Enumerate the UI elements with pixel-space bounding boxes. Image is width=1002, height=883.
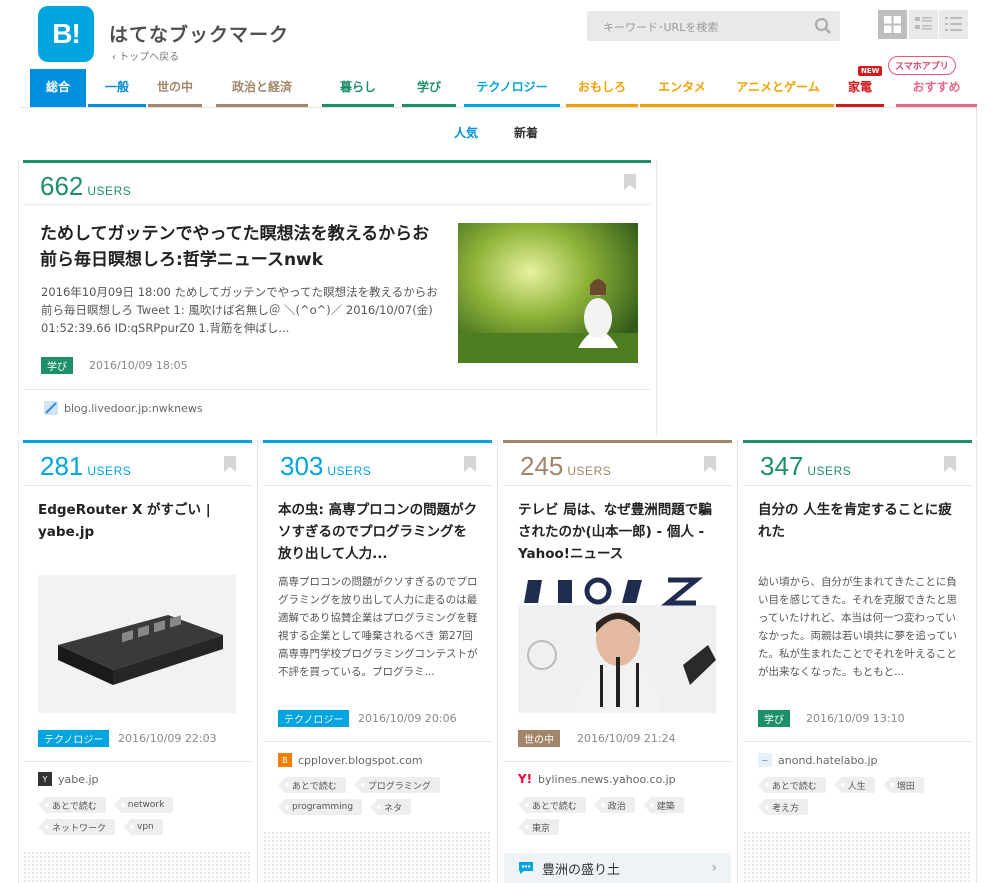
- list-view-icon: [915, 17, 932, 30]
- category-tab[interactable]: 総合: [30, 69, 86, 107]
- category-tag[interactable]: テクノロジー: [38, 730, 110, 747]
- smartphone-app-badge[interactable]: スマホアプリ: [888, 56, 956, 75]
- category-tag[interactable]: 世の中: [518, 730, 560, 747]
- bookmark-icon[interactable]: [624, 174, 636, 190]
- bookmark-count[interactable]: 347 USERS: [760, 451, 851, 482]
- entry-title[interactable]: ためしてガッテンでやってた瞑想法を教えるからお前ら毎日瞑想しろ:哲学ニュースnw…: [40, 221, 440, 273]
- category-tab[interactable]: 学び: [402, 69, 456, 107]
- entry-thumbnail[interactable]: [458, 223, 638, 363]
- bookmark-icon[interactable]: [944, 456, 956, 472]
- entry-source[interactable]: Bcpplover.blogspot.com: [278, 753, 423, 767]
- tag-list: あとで読む 人生 増田 考え方: [758, 777, 958, 815]
- tag[interactable]: network: [113, 797, 174, 813]
- entry-source[interactable]: blog.livedoor.jp:nwknews: [44, 401, 203, 415]
- tag-list: あとで読む network ネットワーク vpn: [38, 797, 238, 835]
- entry-date: 2016/10/09 21:24: [577, 732, 676, 745]
- tag[interactable]: あとで読む: [518, 797, 586, 813]
- entry-excerpt: 幼い頃から、自分が生まれてきたことに負い目を感じてきた。それを克服できたと思って…: [758, 576, 958, 678]
- category-tab[interactable]: おもしろ: [566, 69, 638, 107]
- bookmark-icon[interactable]: [704, 456, 716, 472]
- tag[interactable]: あとで読む: [38, 797, 106, 813]
- tag[interactable]: programming: [278, 799, 363, 815]
- category-tab[interactable]: 世の中: [148, 69, 202, 107]
- tag[interactable]: 政治: [593, 797, 635, 813]
- category-tag[interactable]: テクノロジー: [278, 710, 350, 727]
- entry-card: 245 USERS テレビ 局は、なぜ豊洲問題で騙されたのか(山本一郎) - 個人…: [503, 440, 732, 883]
- entry-date: 2016/10/09 22:03: [118, 732, 217, 745]
- topic-label: 豊洲の盛り土: [542, 862, 621, 878]
- tag[interactable]: 建築: [642, 797, 684, 813]
- tag[interactable]: 考え方: [758, 799, 809, 815]
- tag-list: あとで読む プログラミング programming ネタ: [278, 777, 478, 815]
- entry-date: 2016/10/09 20:06: [358, 712, 457, 725]
- category-tab[interactable]: 暮らし: [322, 69, 394, 107]
- entry-source[interactable]: ~ anond.hatelabo.jp: [758, 753, 878, 767]
- entry-date: 2016/10/09 13:10: [806, 712, 905, 725]
- entry-excerpt: 2016年10月09日 18:00 ためしてガッテンでやってた瞑想法を教えるから…: [41, 285, 438, 335]
- tag[interactable]: プログラミング: [353, 777, 440, 793]
- speech-bubble-icon: [519, 862, 533, 874]
- bookmark-icon[interactable]: [464, 456, 476, 472]
- back-to-top-link[interactable]: ‹ トップへ戻る: [112, 48, 179, 63]
- entry-source[interactable]: Yyabe.jp: [38, 772, 99, 786]
- compact-list-icon: [945, 17, 962, 31]
- hatena-bookmark-logo[interactable]: B!: [38, 6, 94, 62]
- tab-new[interactable]: 新着: [514, 124, 538, 141]
- blogger-favicon: B: [278, 753, 292, 767]
- bookmark-icon[interactable]: [224, 456, 236, 472]
- tag[interactable]: 増田: [882, 777, 924, 793]
- entry-title[interactable]: EdgeRouter X がすごい | yabe.jp: [38, 499, 238, 543]
- tab-popular[interactable]: 人気: [454, 124, 478, 141]
- entry-thumbnail[interactable]: [38, 575, 236, 713]
- entry-title[interactable]: テレビ 局は、なぜ豊洲問題で騙されたのか(山本一郎) - 個人 - Yahoo!…: [518, 499, 718, 565]
- site-title[interactable]: はてなブックマーク: [109, 20, 289, 47]
- headline-view-button[interactable]: [909, 10, 938, 39]
- bookmark-count[interactable]: 281 USERS: [40, 451, 131, 482]
- tag[interactable]: 人生: [833, 777, 875, 793]
- tag-list: あとで読む 政治 建築 東京: [518, 797, 718, 835]
- category-tag[interactable]: 学び: [758, 710, 790, 727]
- entry-card: 347 USERS 自分の 人生を肯定することに疲れた 幼い頃から、自分が生まれて…: [743, 440, 972, 883]
- search-icon[interactable]: [814, 17, 832, 35]
- category-tab[interactable]: アニメとゲーム: [722, 69, 834, 107]
- entry-title[interactable]: 自分の 人生を肯定することに疲れた: [758, 499, 958, 543]
- grid-view-button[interactable]: [878, 10, 907, 39]
- tag[interactable]: ネタ: [370, 799, 412, 815]
- entry-title[interactable]: 本の虫: 高専プロコンの問題がクソすぎるのでプログラミングを放り出して人力...: [278, 499, 478, 565]
- entry-card: 281 USERS EdgeRouter X がすごい | yabe.jp テクノ…: [23, 440, 252, 883]
- entry-card: 303 USERS 本の虫: 高専プロコンの問題がクソすぎるのでプログラミングを放…: [263, 440, 492, 883]
- tag[interactable]: ネットワーク: [38, 819, 116, 835]
- category-tab[interactable]: エンタメ: [640, 69, 724, 107]
- yahoo-favicon: Y!: [517, 772, 533, 786]
- topic-link[interactable]: 豊洲の盛り土 ›: [504, 853, 731, 883]
- entry-date: 2016/10/09 18:05: [89, 359, 188, 372]
- entry-source[interactable]: Y! bylines.news.yahoo.co.jp: [518, 772, 676, 786]
- search-box[interactable]: キーワード･URLを検索: [587, 11, 840, 41]
- grid-view-icon: [884, 16, 901, 33]
- category-nav: 総合 一般 世の中 政治と経済 暮らし 学び テクノロジー おもしろ エンタメ アニメとゲーム 家電…: [30, 69, 977, 107]
- bookmark-count[interactable]: 662 USERS: [40, 171, 131, 202]
- tag[interactable]: vpn: [123, 819, 163, 835]
- compact-view-button[interactable]: [939, 10, 968, 39]
- new-badge: NEW: [858, 66, 883, 76]
- yabe-favicon: Y: [38, 772, 52, 786]
- search-input[interactable]: キーワード･URLを検索: [603, 19, 718, 35]
- nav-divider: [20, 107, 977, 108]
- entry-thumbnail[interactable]: [518, 575, 716, 713]
- bookmark-count[interactable]: 245 USERS: [520, 451, 611, 482]
- entry-excerpt: 高専プロコンの問題がクソすぎるのでプログラミングを放り出して人力に走るのは最適解…: [278, 576, 478, 678]
- featured-entry-card: 662 USERS ためしてガッテンでやってた瞑想法を教えるからお前ら毎日瞑想しろ…: [23, 160, 651, 428]
- chevron-right-icon: ›: [711, 860, 717, 876]
- tag[interactable]: あとで読む: [278, 777, 346, 793]
- category-tag[interactable]: 学び: [41, 357, 73, 374]
- category-tab[interactable]: 政治と経済: [216, 69, 308, 107]
- category-tab[interactable]: 一般: [88, 69, 146, 107]
- livedoor-favicon: [44, 401, 58, 415]
- tag[interactable]: 東京: [518, 819, 560, 835]
- tag[interactable]: あとで読む: [758, 777, 826, 793]
- hatelabo-favicon: ~: [758, 753, 772, 767]
- bookmark-count[interactable]: 303 USERS: [280, 451, 371, 482]
- category-tab[interactable]: テクノロジー: [464, 69, 560, 107]
